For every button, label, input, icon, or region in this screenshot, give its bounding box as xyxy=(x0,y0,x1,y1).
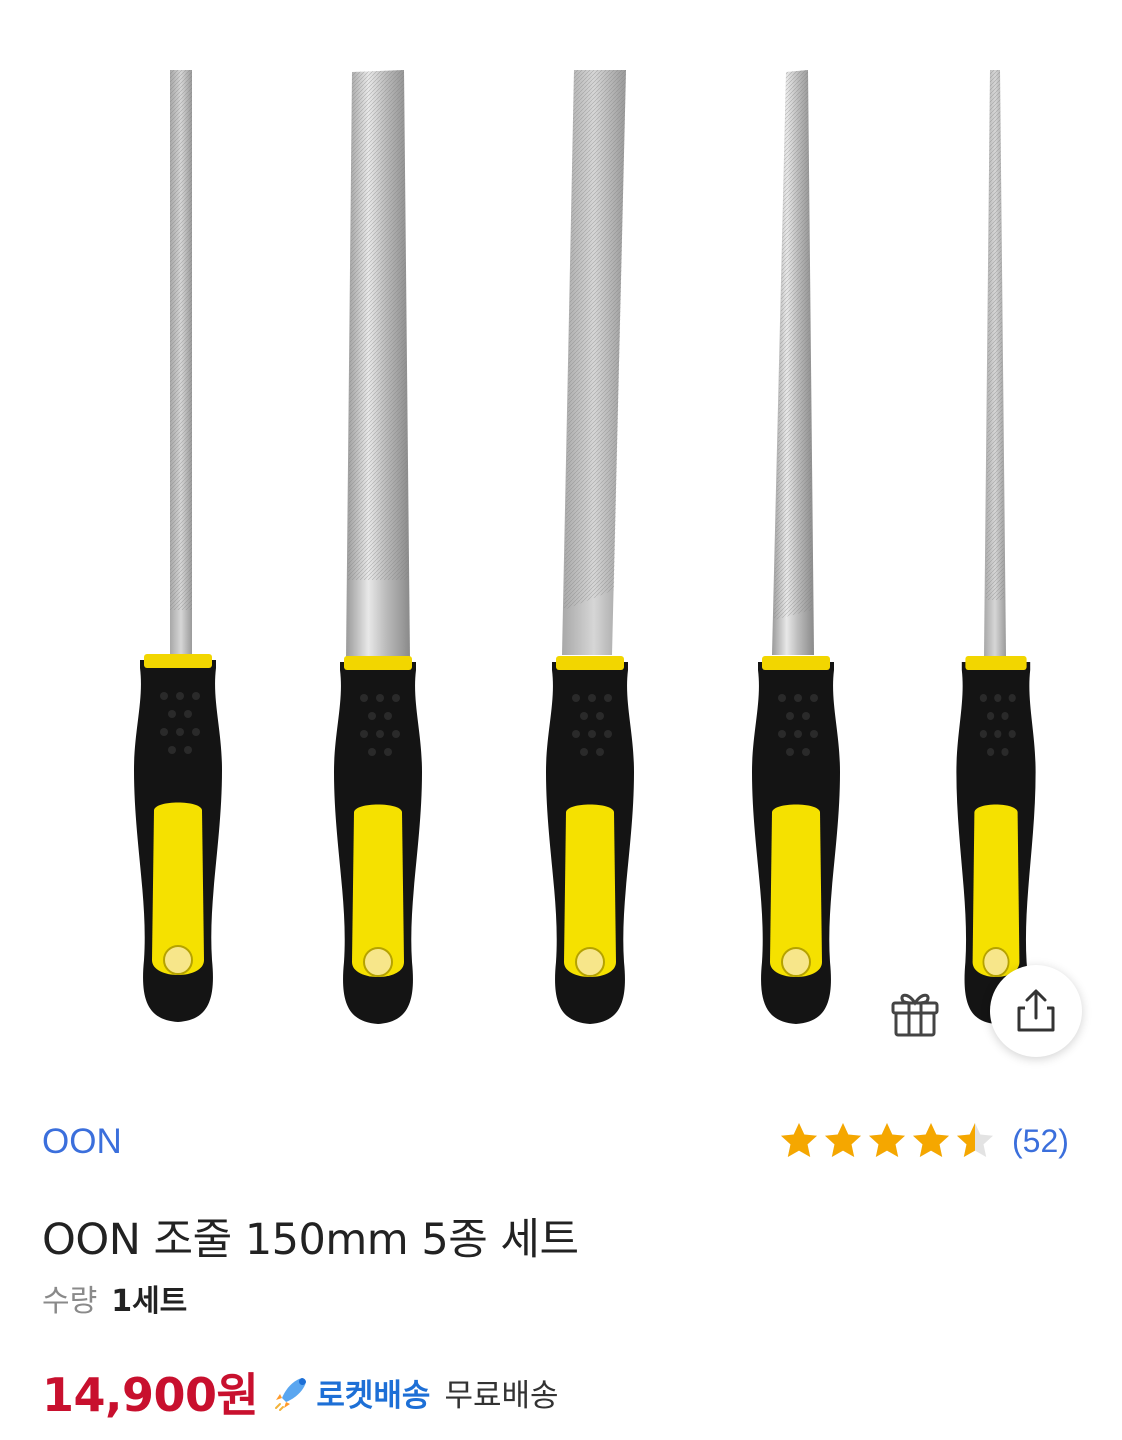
quantity-value: 1세트 xyxy=(111,1284,188,1319)
file-triangular xyxy=(751,70,841,1025)
price: 14,900원 xyxy=(42,1368,259,1422)
file-round xyxy=(955,70,1037,1025)
gift-icon xyxy=(891,993,939,1037)
quantity-label: 수량 xyxy=(42,1284,98,1319)
free-shipping-label: 무료배송 xyxy=(444,1377,559,1414)
share-icon xyxy=(1017,989,1055,1032)
star-icon xyxy=(957,1123,993,1157)
product-image[interactable] xyxy=(0,0,1122,1060)
file-flat xyxy=(545,70,635,1025)
share-button[interactable] xyxy=(990,965,1082,1057)
file-set-illustration xyxy=(133,70,1037,1025)
file-half-round xyxy=(333,70,423,1025)
star-icon xyxy=(781,1123,817,1157)
price-row: 14,900원 로켓배송 무료배송 xyxy=(42,1362,559,1422)
star-rating xyxy=(778,1120,996,1162)
brand-link[interactable]: OON xyxy=(42,1122,122,1162)
product-title: OON 조줄 150mm 5종 세트 xyxy=(42,1215,579,1265)
star-icon xyxy=(913,1123,949,1157)
star-icon xyxy=(869,1123,905,1157)
review-count[interactable]: (52) xyxy=(1012,1123,1069,1160)
file-square xyxy=(133,70,223,1023)
gift-button[interactable] xyxy=(882,978,948,1044)
quantity: 수량 1세트 xyxy=(42,1276,187,1320)
rocket-delivery-label: 로켓배송 xyxy=(316,1377,431,1414)
rating[interactable]: (52) xyxy=(778,1120,1069,1162)
star-icon xyxy=(825,1123,861,1157)
rocket-icon xyxy=(275,1378,307,1411)
